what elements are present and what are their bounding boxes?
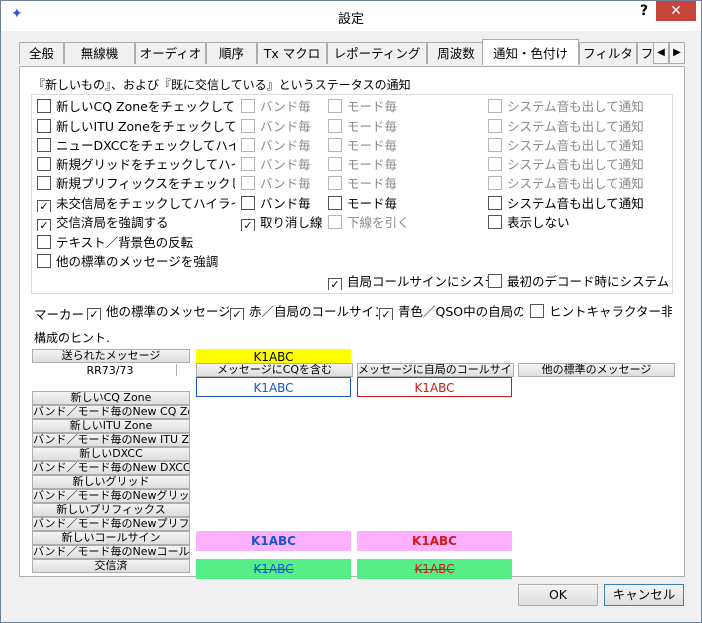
unworked-sound-checkbox[interactable]: システム音も出して通知 xyxy=(488,196,648,212)
band-mode-new-callsign-button[interactable]: バンド／モード毎のNewコールサイン xyxy=(32,545,190,559)
new-prefix-button[interactable]: 新しいプリフィックス xyxy=(32,503,190,517)
tab-scroll-left-icon[interactable]: ◀ xyxy=(653,42,669,64)
marker-other-std-checkbox[interactable]: ✓ 他の標準のメッセージ xyxy=(87,304,229,320)
band-mode-new-cq-zone-button[interactable]: バンド／モード毎のNew CQ Zone xyxy=(32,405,190,419)
invert-colors-checkbox[interactable]: テキスト／背景色の反転 xyxy=(37,235,235,251)
grid-mode-checkbox[interactable]: モード毎 xyxy=(328,157,413,173)
new-itu-zone-checkbox[interactable]: 新しいITU Zoneをチェックして強調表 xyxy=(37,119,235,135)
help-button[interactable]: ? xyxy=(635,3,653,21)
unworked-band-checkbox[interactable]: バンド毎 xyxy=(241,196,326,212)
new-callsign-button[interactable]: 新しいコールサイン xyxy=(32,531,190,545)
band-mode-new-grid-button[interactable]: バンド／モード毎のNewグリッド xyxy=(32,489,190,503)
itu-zone-band-checkbox[interactable]: バンド毎 xyxy=(241,119,326,135)
worked-own-swatch: K1ABC xyxy=(357,559,512,579)
cq-yellow-swatch: K1ABC xyxy=(196,349,351,363)
prefix-band-checkbox[interactable]: バンド毎 xyxy=(241,176,326,192)
msg-contains-cq-button[interactable]: メッセージにCQを含む xyxy=(196,363,353,377)
new-dxcc-button[interactable]: 新しいDXCC xyxy=(32,447,190,461)
window-title: 設定 xyxy=(337,12,364,27)
tab-tx-macros[interactable]: Tx マクロ xyxy=(257,42,327,64)
itu-zone-sound-checkbox[interactable]: システム音も出して通知 xyxy=(488,119,648,135)
band-mode-new-itu-zone-button[interactable]: バンド／モード毎のNew ITU Zone xyxy=(32,433,190,447)
other-std-msg-button[interactable]: 他の標準のメッセージ xyxy=(518,363,675,377)
new-itu-zone-button[interactable]: 新しいITU Zone xyxy=(32,419,190,433)
dxcc-band-checkbox[interactable]: バンド毎 xyxy=(241,138,326,154)
tab-notifications-colors[interactable]: 通知・色付け xyxy=(482,39,579,65)
msg-own-call-button[interactable]: メッセージに自局のコールサイン xyxy=(357,363,514,377)
tab-reporting[interactable]: レポーティング xyxy=(327,42,427,64)
tab-radio[interactable]: 無線機 xyxy=(64,42,135,64)
new-grid-checkbox[interactable]: 新規グリッドをチェックしてハイライト表 xyxy=(37,157,235,173)
prefix-sound-checkbox[interactable]: システム音も出して通知 xyxy=(488,176,648,192)
new-cq-zone-button[interactable]: 新しいCQ Zone xyxy=(32,391,190,405)
worked-emphasis-checkbox[interactable]: ✓ 交信済局を強調する xyxy=(37,215,235,231)
underline-checkbox[interactable]: 下線を引く xyxy=(328,215,413,231)
marker-blue-qso-checkbox[interactable]: ✓ 青色／QSO中の自局の xyxy=(379,304,523,320)
tab-general[interactable]: 全般 xyxy=(19,42,64,64)
unworked-checkbox[interactable]: ✓未交信局をチェックしてハイライトを行 xyxy=(37,196,235,212)
worked-button[interactable]: 交信済 xyxy=(32,559,190,573)
hints-title: 構成のヒント. xyxy=(34,331,110,345)
dxcc-mode-checkbox[interactable]: モード毎 xyxy=(328,138,413,154)
unworked-mode-checkbox[interactable]: モード毎 xyxy=(328,196,413,212)
hide-worked-checkbox[interactable]: 表示しない xyxy=(488,215,648,231)
settings-window: ✦ 設定 ? ✕ 全般 無線機 オーディオ 順序 Tx マクロ レポーティング … xyxy=(0,0,702,623)
hint-hide-checkbox[interactable]: ヒントキャラクター非表示 xyxy=(530,304,672,320)
cq-zone-sound-checkbox[interactable]: システム音も出して通知 xyxy=(488,99,648,115)
checkbox-box[interactable] xyxy=(37,99,51,113)
band-mode-new-dxcc-button[interactable]: バンド／モード毎のNew DXCC xyxy=(32,461,190,475)
new-call-cq-swatch: K1ABC xyxy=(196,531,351,551)
grid-sound-checkbox[interactable]: システム音も出して通知 xyxy=(488,157,648,173)
tab-filters[interactable]: フィルタ xyxy=(579,42,637,64)
marker-red-own-checkbox[interactable]: ✓ 赤／自局のコールサイン xyxy=(230,304,378,320)
new-prefix-checkbox[interactable]: 新規プリフィックスをチェックしてハイラ xyxy=(37,176,235,192)
ok-button[interactable]: OK xyxy=(518,584,598,606)
new-grid-button[interactable]: 新しいグリッド xyxy=(32,475,190,489)
title-bar: ✦ 設定 ? ✕ xyxy=(1,1,701,31)
new-call-own-swatch: K1ABC xyxy=(357,531,512,551)
tab-frequencies[interactable]: 周波数 xyxy=(427,42,485,64)
tab-scroll-right-icon[interactable]: ▶ xyxy=(669,42,685,64)
cancel-button[interactable]: キャンセル xyxy=(604,584,684,606)
grid-band-checkbox[interactable]: バンド毎 xyxy=(241,157,326,173)
own-call-sound-checkbox[interactable]: ✓自局コールサインにシステム音 xyxy=(328,274,488,290)
divider xyxy=(176,364,177,376)
tab-audio[interactable]: オーディオ xyxy=(135,42,206,64)
cq-zone-band-checkbox[interactable]: バンド毎 xyxy=(241,99,326,115)
marker-label: マーカー xyxy=(34,307,85,322)
worked-cq-swatch: K1ABC xyxy=(196,559,351,579)
sent-message-button[interactable]: 送られたメッセージ xyxy=(32,349,190,363)
first-decode-sound-checkbox[interactable]: 最初のデコード時にシステム音 xyxy=(488,274,668,290)
band-mode-new-prefix-button[interactable]: バンド／モード毎のNewプリフィックス xyxy=(32,517,190,531)
new-dxcc-checkbox[interactable]: ニューDXCCをチェックしてハイライト表 xyxy=(37,138,235,154)
dxcc-sound-checkbox[interactable]: システム音も出して通知 xyxy=(488,138,648,154)
cq-zone-mode-checkbox[interactable]: モード毎 xyxy=(328,99,413,115)
rr73-label: RR73/73 xyxy=(86,364,134,377)
strikethrough-checkbox[interactable]: ✓ 取り消し線 xyxy=(241,215,326,231)
tab-sequence[interactable]: 順序 xyxy=(206,42,257,64)
close-button[interactable]: ✕ xyxy=(656,1,696,21)
cq-blue-outline-swatch: K1ABC xyxy=(196,377,351,397)
notification-group-title: 『新しいもの』、および『既に交信している』というステータスの通知 xyxy=(33,78,411,92)
own-call-red-outline-swatch: K1ABC xyxy=(357,377,512,397)
prefix-mode-checkbox[interactable]: モード毎 xyxy=(328,176,413,192)
itu-zone-mode-checkbox[interactable]: モード毎 xyxy=(328,119,413,135)
emphasize-other-checkbox[interactable]: 他の標準のメッセージを強調 xyxy=(37,254,235,270)
new-cq-zone-checkbox[interactable]: 新しいCQ Zoneをチェックして強調表 xyxy=(37,99,235,115)
